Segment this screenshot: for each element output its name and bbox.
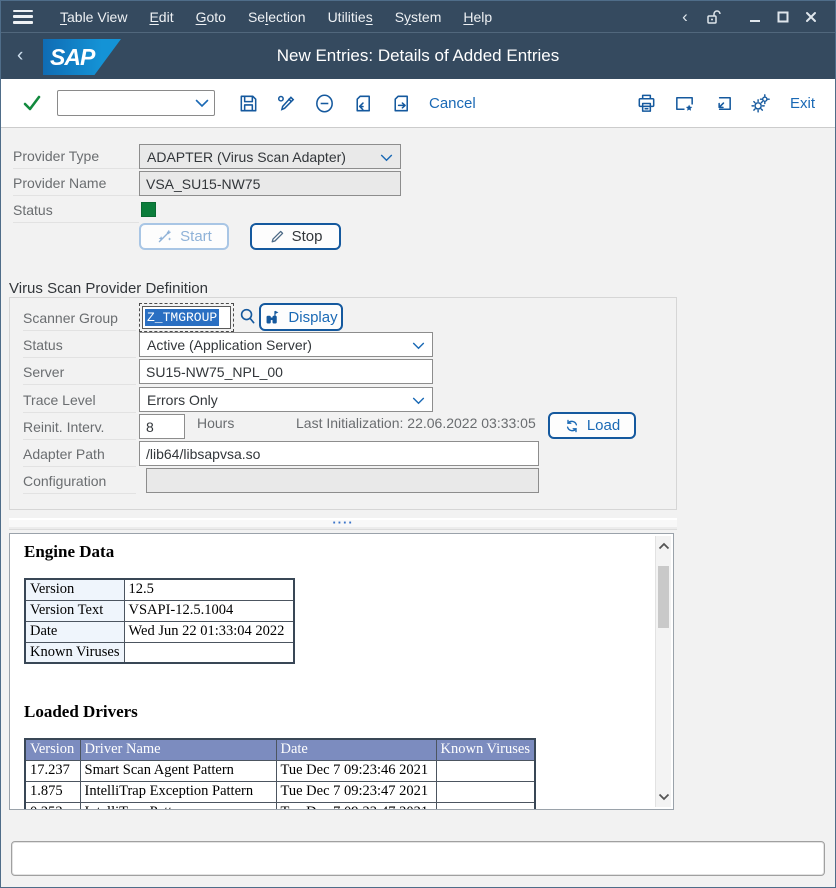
splitter-handle[interactable]: ···· [9, 518, 677, 530]
exit-page-icon[interactable] [381, 87, 419, 119]
hamburger-menu-icon[interactable] [13, 10, 33, 24]
menu-table-view[interactable]: Table View [49, 9, 138, 25]
adapter-path-label: Adapter Path [23, 442, 136, 467]
table-row: Date Wed Jun 22 01:33:04 2022 [25, 621, 294, 642]
configuration-field[interactable] [146, 468, 539, 493]
table-row: 17.237 Smart Scan Agent Pattern Tue Dec … [25, 760, 535, 781]
chevron-down-icon[interactable] [195, 99, 209, 108]
stop-button[interactable]: Stop [250, 223, 341, 250]
circle-minus-icon[interactable] [305, 87, 343, 119]
back-page-icon[interactable] [343, 87, 381, 119]
table-row: Known Viruses [25, 642, 294, 663]
reinit-interval-label: Reinit. Interv. [23, 415, 136, 440]
menu-system[interactable]: System [384, 9, 453, 25]
definition-status-dropdown[interactable]: Active (Application Server) [139, 332, 433, 357]
collapse-header-icon[interactable]: ‹ [671, 4, 699, 30]
wand-icon [156, 228, 173, 245]
settings-gears-icon[interactable] [742, 87, 780, 119]
start-button[interactable]: Start [139, 223, 229, 250]
engine-data-table: Version 12.5 Version Text VSAPI-12.5.100… [24, 578, 295, 664]
engine-data-panel: Engine Data Version 12.5 Version Text VS… [9, 533, 674, 810]
exit-button[interactable]: Exit [790, 95, 815, 112]
application-toolbar: Cancel Exit [1, 79, 835, 128]
value-help-magnifier-icon[interactable] [238, 306, 257, 332]
table-row: Version 12.5 [25, 579, 294, 600]
hours-unit-label: Hours [197, 415, 234, 431]
engine-data-heading: Engine Data [24, 542, 114, 562]
menu-goto[interactable]: Goto [185, 9, 237, 25]
definition-status-label: Status [23, 333, 136, 358]
display-button[interactable]: Display [259, 303, 343, 331]
last-initialization-text: Last Initialization: 22.06.2022 03:33:05 [296, 415, 536, 431]
adapter-path-field[interactable] [139, 441, 539, 466]
status-bar-message-field[interactable] [11, 841, 825, 876]
provider-name-field[interactable] [139, 171, 401, 196]
provider-type-label: Provider Type [13, 144, 139, 169]
provider-type-dropdown[interactable]: ADAPTER (Virus Scan Adapter) [139, 144, 401, 169]
command-input[interactable] [58, 93, 195, 113]
close-button[interactable] [797, 4, 825, 30]
enter-confirm-icon[interactable] [13, 87, 51, 119]
minimize-button[interactable] [741, 4, 769, 30]
chevron-down-icon [380, 149, 393, 165]
scanner-group-field[interactable]: Z_TMGROUP [142, 306, 231, 329]
menu-bar: Table View Edit Goto Selection Utilities… [1, 1, 835, 32]
print-icon[interactable] [628, 87, 666, 119]
configuration-label: Configuration [23, 469, 136, 494]
table-row: 0.253 IntelliTrap Pattern Tue Dec 7 09:2… [25, 802, 535, 810]
pencil-icon [269, 229, 285, 245]
scrollbar-thumb[interactable] [658, 566, 669, 628]
page-title: New Entries: Details of Added Entries [1, 46, 835, 66]
title-bar: ‹ SAP New Entries: Details of Added Entr… [1, 32, 835, 79]
trace-level-dropdown[interactable]: Errors Only [139, 387, 433, 412]
save-icon[interactable] [229, 87, 267, 119]
vertical-scrollbar[interactable] [655, 536, 671, 807]
scroll-down-icon[interactable] [656, 789, 671, 805]
find-next-icon[interactable] [704, 87, 742, 119]
status-label: Status [13, 198, 139, 223]
sap-gui-window: Table View Edit Goto Selection Utilities… [0, 0, 836, 888]
scroll-up-icon[interactable] [656, 538, 671, 554]
table-row: Version Text VSAPI-12.5.1004 [25, 600, 294, 621]
server-field[interactable] [139, 359, 433, 384]
load-button[interactable]: Load [548, 412, 636, 439]
status-green-indicator [141, 202, 156, 217]
reinit-interval-field[interactable] [139, 414, 185, 439]
command-field[interactable] [57, 90, 215, 116]
provider-name-label: Provider Name [13, 171, 139, 196]
chevron-down-icon [412, 337, 425, 353]
menu-selection[interactable]: Selection [237, 9, 317, 25]
chevron-down-icon [412, 392, 425, 408]
find-icon[interactable] [666, 87, 704, 119]
trace-level-label: Trace Level [23, 388, 136, 413]
menu-help[interactable]: Help [452, 9, 503, 25]
loaded-drivers-heading: Loaded Drivers [24, 702, 138, 722]
refresh-icon [564, 418, 580, 434]
menu-edit[interactable]: Edit [138, 9, 184, 25]
server-label: Server [23, 360, 136, 385]
cancel-button[interactable]: Cancel [429, 95, 476, 112]
scanner-group-label: Scanner Group [23, 306, 136, 331]
menu-utilities[interactable]: Utilities [317, 9, 384, 25]
maximize-button[interactable] [769, 4, 797, 30]
unlock-icon[interactable] [699, 4, 727, 30]
table-row: 1.875 IntelliTrap Exception Pattern Tue … [25, 781, 535, 802]
display-details-icon [264, 309, 281, 326]
display-change-icon[interactable] [267, 87, 305, 119]
loaded-drivers-table: Version Driver Name Date Known Viruses 1… [24, 738, 536, 810]
definition-section-heading: Virus Scan Provider Definition [9, 280, 208, 297]
table-header-row: Version Driver Name Date Known Viruses [25, 739, 535, 760]
splitter-dots-icon: ···· [332, 521, 353, 525]
